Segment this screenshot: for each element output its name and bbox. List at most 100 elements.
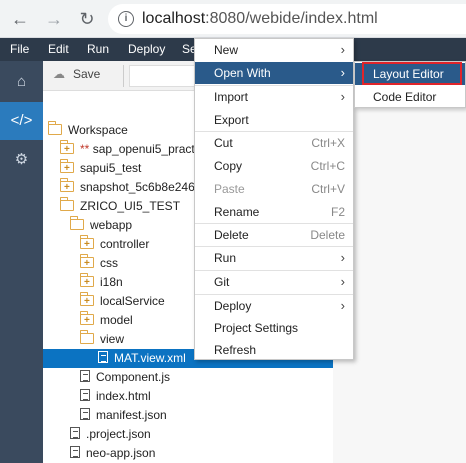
- home-icon[interactable]: ⌂: [0, 63, 43, 101]
- tree-item-label: ZRICO_UI5_TEST: [80, 199, 181, 213]
- folder-plus-icon: [59, 178, 74, 197]
- tree-item-label: MAT.view.xml: [114, 351, 186, 365]
- cut-label: Cut: [214, 136, 233, 150]
- code-icon[interactable]: </>: [0, 102, 43, 140]
- save-label: Save: [73, 67, 101, 81]
- forward-arrow-icon[interactable]: →: [44, 9, 64, 29]
- tree-item-label: model: [100, 313, 133, 327]
- folder-open-icon: [47, 121, 62, 135]
- activity-bar: ⌂ </> ⚙: [0, 61, 43, 463]
- tree-item-label: index.html: [96, 389, 151, 403]
- save-button[interactable]: ☁ Save: [53, 67, 100, 81]
- tree-item-label: i18n: [100, 275, 123, 289]
- tree-item-label: manifest.json: [96, 408, 167, 422]
- tree-item[interactable]: index.html: [43, 387, 333, 406]
- tree-item-label: neo-app.json: [86, 446, 156, 460]
- info-icon[interactable]: i: [118, 11, 134, 27]
- tree-item[interactable]: manifest.json: [43, 406, 333, 425]
- chevron-right-icon: ›: [340, 42, 345, 57]
- menu-file[interactable]: File: [10, 42, 29, 56]
- chevron-right-icon: ›: [340, 274, 345, 289]
- browser-toolbar: ← → ↻ i localhost:8080/webide/index.html: [0, 0, 466, 38]
- menu-item-deploy[interactable]: Deploy ›: [195, 295, 353, 317]
- menu-item-copy[interactable]: Copy Ctrl+C: [195, 155, 353, 177]
- url-text: localhost:8080/webide/index.html: [142, 10, 378, 28]
- chevron-right-icon: ›: [340, 250, 345, 265]
- tree-item-label: .project.json: [86, 427, 151, 441]
- file-icon: [80, 389, 90, 401]
- menu-run[interactable]: Run: [87, 42, 109, 56]
- menu-item-run[interactable]: Run ›: [195, 247, 353, 269]
- modified-marker: **: [80, 142, 93, 156]
- tree-item-label: Component.js: [96, 370, 171, 384]
- folder-plus-icon: [79, 273, 94, 292]
- tree-item[interactable]: Component.js: [43, 368, 333, 387]
- tree-item-label: sapui5_test: [80, 161, 142, 175]
- folder-plus-icon: [79, 235, 94, 254]
- menu-item-new[interactable]: New ›: [195, 39, 353, 61]
- tree-item[interactable]: .project.json: [43, 425, 333, 444]
- delete-label: Delete: [214, 228, 249, 242]
- submenu-item-layout-editor[interactable]: Layout Editor: [355, 63, 465, 85]
- address-bar[interactable]: i localhost:8080/webide/index.html: [108, 4, 466, 34]
- tree-item-label: localService: [100, 294, 165, 308]
- paste-shortcut: Ctrl+V: [311, 182, 345, 196]
- menu-item-export[interactable]: Export: [195, 109, 353, 131]
- folder-open-icon: [79, 330, 94, 344]
- project-settings-label: Project Settings: [214, 321, 299, 335]
- rename-shortcut: F2: [330, 205, 345, 219]
- menu-item-project-settings[interactable]: Project Settings: [195, 317, 353, 339]
- menu-item-import[interactable]: Import ›: [195, 86, 353, 108]
- cut-shortcut: Ctrl+X: [311, 136, 345, 150]
- reload-icon[interactable]: ↻: [77, 9, 97, 29]
- tree-item-label: view: [100, 332, 125, 346]
- folder-plus-icon: [79, 292, 94, 311]
- open-with-submenu: Layout Editor Code Editor: [354, 61, 466, 108]
- open-with-label: Open With: [214, 66, 271, 80]
- tree-item-label: snapshot_5c6b8e246: [80, 180, 195, 194]
- tree-item[interactable]: neo-app.json: [43, 444, 333, 463]
- menu-item-git[interactable]: Git ›: [195, 271, 353, 293]
- toolbar-divider: [123, 65, 124, 87]
- folder-open-icon: [69, 216, 84, 230]
- menu-item-cut[interactable]: Cut Ctrl+X: [195, 132, 353, 154]
- submenu-item-code-editor[interactable]: Code Editor: [355, 86, 465, 108]
- run-label: Run: [214, 251, 237, 265]
- new-label: New: [214, 43, 239, 57]
- gear-icon[interactable]: ⚙: [0, 141, 43, 179]
- export-label: Export: [214, 113, 249, 127]
- import-label: Import: [214, 90, 249, 104]
- tree-item-label: webapp: [90, 218, 133, 232]
- file-icon: [98, 351, 108, 363]
- menu-deploy[interactable]: Deploy: [128, 42, 165, 56]
- paste-label: Paste: [214, 182, 245, 196]
- file-icon: [80, 408, 90, 420]
- menu-item-paste[interactable]: Paste Ctrl+V: [195, 178, 353, 200]
- file-icon: [80, 370, 90, 382]
- chevron-right-icon: ›: [340, 65, 345, 80]
- chevron-right-icon: ›: [340, 298, 345, 313]
- url-host: localhost: [142, 10, 206, 27]
- refresh-label: Refresh: [214, 343, 257, 357]
- cloud-icon: ☁: [53, 67, 65, 81]
- folder-plus-icon: [79, 254, 94, 273]
- copy-label: Copy: [214, 159, 243, 173]
- menu-item-refresh[interactable]: Refresh: [195, 339, 353, 361]
- file-icon: [70, 427, 80, 439]
- deploy-label: Deploy: [214, 299, 252, 313]
- chevron-right-icon: ›: [340, 89, 345, 104]
- menu-item-open-with[interactable]: Open With ›: [195, 62, 353, 84]
- rename-label: Rename: [214, 205, 260, 219]
- tree-item-label: sap_openui5_pract: [92, 142, 195, 156]
- file-icon: [70, 446, 80, 458]
- folder-plus-icon: [79, 311, 94, 330]
- tree-item-label: css: [100, 256, 118, 270]
- copy-shortcut: Ctrl+C: [310, 159, 345, 173]
- tree-item-label: Workspace: [68, 123, 128, 137]
- menu-item-rename[interactable]: Rename F2: [195, 201, 353, 223]
- back-arrow-icon[interactable]: ←: [10, 9, 30, 29]
- menu-edit[interactable]: Edit: [48, 42, 69, 56]
- menu-item-delete[interactable]: Delete Delete: [195, 224, 353, 246]
- layout-editor-label: Layout Editor: [373, 67, 444, 81]
- folder-plus-icon: [59, 140, 74, 159]
